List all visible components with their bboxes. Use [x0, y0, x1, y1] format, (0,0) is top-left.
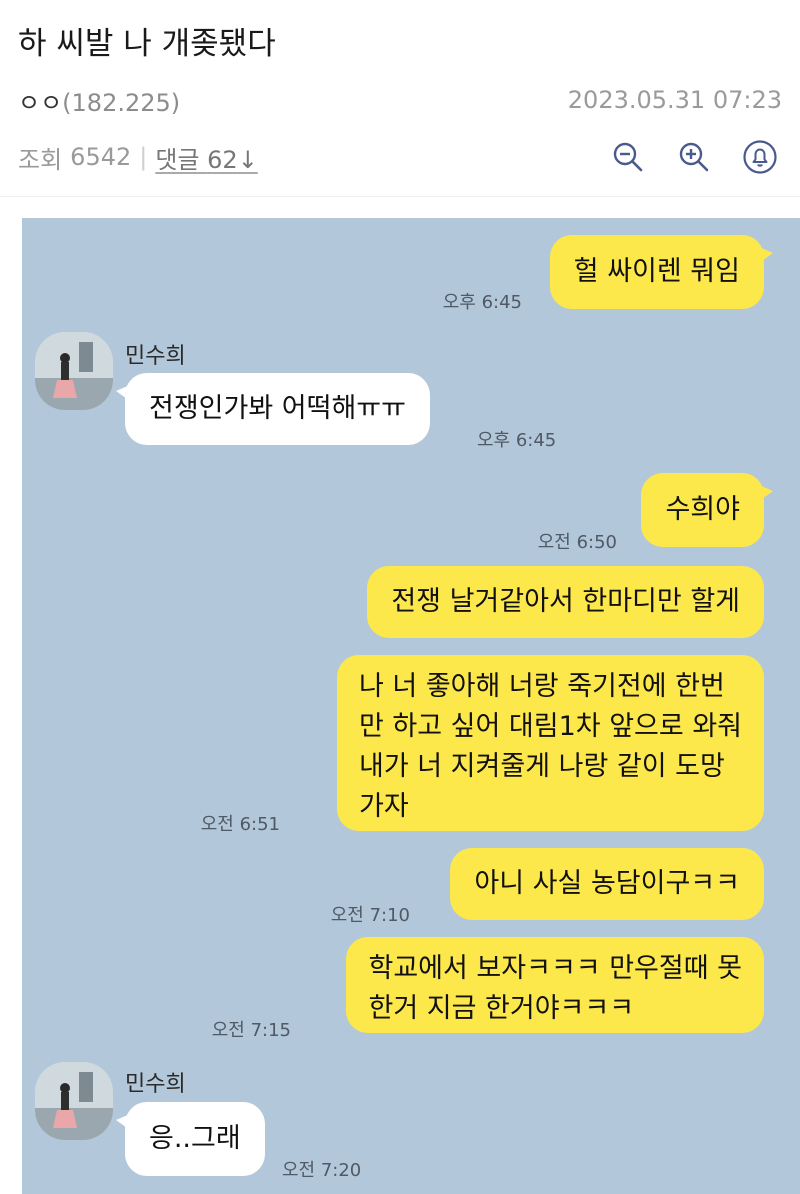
- author-nickname[interactable]: ㅇㅇ: [18, 89, 62, 117]
- post-stats-row: 조회 6542 | 댓글 62↓: [18, 134, 782, 180]
- arrow-down-icon: ↓: [237, 145, 258, 174]
- views-label: 조회: [18, 145, 63, 174]
- profile-photo: [35, 332, 113, 410]
- comments-label: 댓글: [155, 145, 200, 174]
- chat-bubble-me: 수희야: [641, 473, 773, 547]
- chat-bubble-me: 전쟁 날거같아서 한마디만 할게: [367, 566, 764, 638]
- author-ip: (182.225): [62, 88, 181, 117]
- chat-bubble-other: 전쟁인가봐 어떡해ㅠㅠ: [116, 373, 430, 445]
- post-tools: [608, 137, 782, 177]
- post-datetime: 2023.05.31 07:23: [567, 86, 782, 114]
- post-meta: ㅇㅇ(182.225) 2023.05.31 07:23: [18, 82, 782, 118]
- message-time: 오전 6:50: [537, 532, 617, 553]
- post-title: 하 씨발 나 개좆됐다: [18, 26, 276, 62]
- zoom-out-icon: [613, 142, 643, 172]
- sender-name: 민수희: [125, 1072, 186, 1097]
- chat-screenshot: 헐 싸이렌 뭐임 오후 6:45 민수희 전쟁인가봐 어떡해ㅠㅠ 오후 6:45…: [22, 218, 800, 1194]
- message-time: 오후 6:45: [477, 430, 557, 451]
- message-time: 오전 7:15: [211, 1020, 291, 1041]
- zoom-in-button[interactable]: [674, 137, 714, 177]
- message-time: 오전 7:20: [282, 1160, 362, 1181]
- sender-name: 민수희: [125, 344, 186, 369]
- chat-bubble-other: 응..그래: [116, 1102, 265, 1176]
- zoom-out-button[interactable]: [608, 137, 648, 177]
- chat-bubble-me: 아니 사실 농담이구ㅋㅋ: [450, 848, 764, 920]
- chat-bubble-me: 학교에서 보자ㅋㅋㅋ 만우절때 못 한거 지금 한거야ㅋㅋㅋ: [346, 937, 764, 1033]
- message-time: 오후 6:45: [442, 292, 522, 313]
- chat-bubble-me: 나 너 좋아해 너랑 죽기전에 한번 만 하고 싶어 대림1차 앞으로 와줘 내…: [336, 655, 764, 831]
- stats-divider: |: [139, 143, 148, 171]
- comments-count: 62: [207, 145, 238, 174]
- message-time: 오전 7:10: [330, 905, 410, 926]
- author-info[interactable]: ㅇㅇ(182.225): [18, 83, 180, 118]
- bell-icon: [743, 140, 777, 174]
- zoom-in-icon: [679, 142, 709, 172]
- notification-button[interactable]: [740, 137, 780, 177]
- post-stats: 조회 6542 | 댓글 62↓: [18, 140, 258, 175]
- profile-photo: [35, 1062, 113, 1140]
- avatar[interactable]: [35, 332, 113, 410]
- header-divider: [0, 196, 800, 197]
- avatar[interactable]: [35, 1062, 113, 1140]
- chat-bubble-me: 헐 싸이렌 뭐임: [549, 235, 774, 309]
- views-count: 6542: [70, 143, 132, 171]
- comments-link[interactable]: 댓글 62↓: [155, 140, 257, 175]
- message-time: 오전 6:51: [200, 814, 280, 835]
